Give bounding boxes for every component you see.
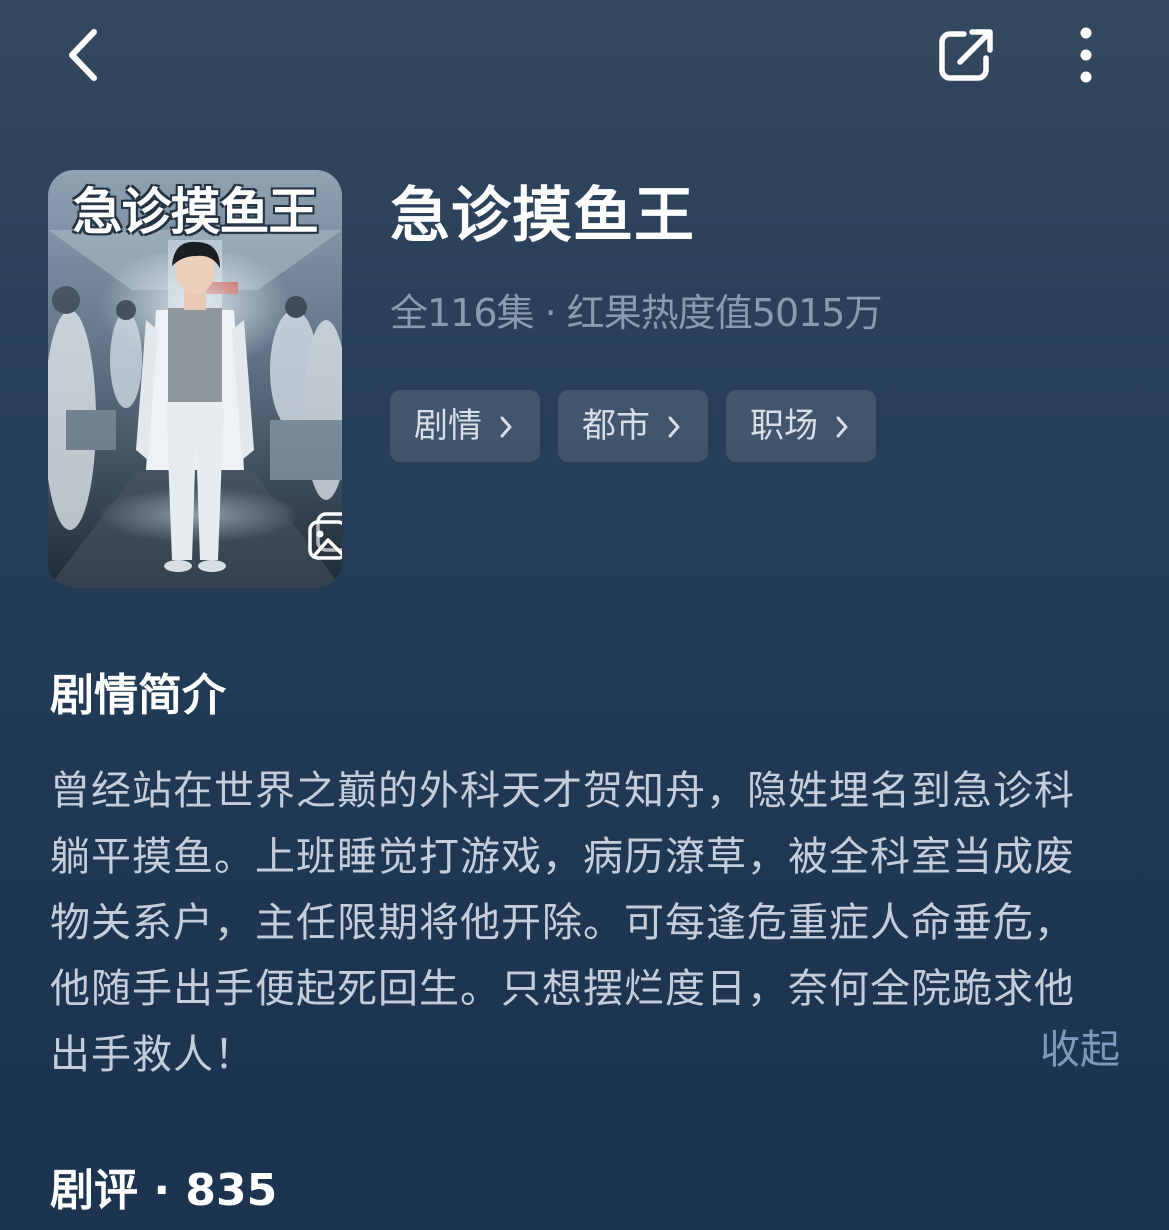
show-meta: 全116集 · 红果热度值5015万 xyxy=(390,291,882,335)
collapse-button[interactable]: 收起 xyxy=(1040,1022,1120,1078)
chevron-right-icon xyxy=(836,416,848,438)
synopsis-line: 他随手出手便起死回生。只想摆烂度日，奈何全院跪求他 xyxy=(50,966,1075,1012)
synopsis-line: 曾经站在世界之巅的外科天才贺知舟，隐姓埋名到急诊科 xyxy=(50,768,1075,814)
tag-label: 都市 xyxy=(582,406,650,446)
gallery-icon[interactable] xyxy=(306,510,342,564)
more-vertical-icon[interactable] xyxy=(1066,24,1106,86)
back-arrow-icon[interactable] xyxy=(62,26,106,84)
poster-title: 急诊摸鱼王 xyxy=(72,183,319,241)
show-poster[interactable]: 急诊摸鱼王 xyxy=(48,170,342,588)
chevron-right-icon xyxy=(500,416,512,438)
synopsis-heading: 剧情简介 xyxy=(50,670,226,721)
tag-workplace[interactable]: 职场 xyxy=(726,390,876,462)
tag-label: 职场 xyxy=(750,406,818,446)
share-icon[interactable] xyxy=(934,24,998,84)
synopsis-line: 躺平摸鱼。上班睡觉打游戏，病历潦草，被全科室当成废 xyxy=(50,834,1075,880)
reviews-heading[interactable]: 剧评 · 835 xyxy=(50,1160,277,1222)
top-bar xyxy=(0,0,1169,110)
tag-drama[interactable]: 剧情 xyxy=(390,390,540,462)
tag-urban[interactable]: 都市 xyxy=(558,390,708,462)
chevron-right-icon xyxy=(668,416,680,438)
synopsis-line: 出手救人！ xyxy=(50,1032,255,1078)
show-title: 急诊摸鱼王 xyxy=(390,181,695,251)
tag-label: 剧情 xyxy=(414,406,482,446)
synopsis-line: 物关系户，主任限期将他开除。可每逢危重症人命垂危， xyxy=(50,900,1075,946)
